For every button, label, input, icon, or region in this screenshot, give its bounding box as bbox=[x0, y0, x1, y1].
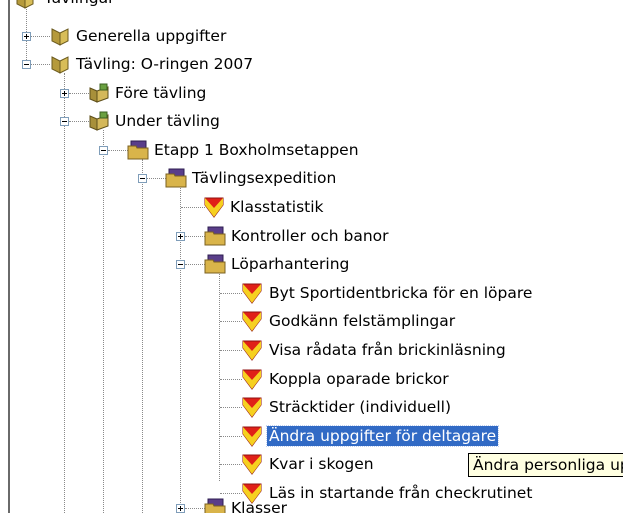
tree-line bbox=[185, 236, 205, 237]
folder-icon bbox=[204, 254, 226, 274]
collapse-toggle[interactable] bbox=[22, 60, 31, 69]
folder-icon bbox=[165, 168, 187, 188]
tree-line bbox=[146, 178, 166, 179]
shield-icon bbox=[242, 283, 262, 304]
tree-line bbox=[185, 264, 205, 265]
tooltip: Ändra personliga uppgifter bbox=[468, 453, 623, 477]
shield-icon bbox=[242, 397, 262, 418]
tree-line bbox=[30, 36, 50, 37]
tree-line bbox=[30, 64, 50, 65]
folder-icon bbox=[204, 498, 226, 513]
shield-icon bbox=[242, 340, 262, 361]
tree-line bbox=[220, 321, 242, 322]
tree-node-label[interactable]: Koppla oparade brickor bbox=[267, 369, 451, 389]
collapse-toggle[interactable] bbox=[176, 260, 185, 269]
shield-icon bbox=[242, 311, 262, 332]
tree-node-label[interactable]: Visa rådata från brickinläsning bbox=[267, 340, 508, 360]
tree-line bbox=[220, 350, 242, 351]
tree-node-label[interactable]: Godkänn felstämplingar bbox=[267, 311, 457, 331]
folder-icon bbox=[127, 140, 149, 160]
expand-toggle[interactable] bbox=[176, 504, 185, 513]
tree-line bbox=[220, 464, 242, 465]
tree-node-label-selected[interactable]: Ändra uppgifter för deltagare bbox=[265, 425, 500, 447]
tree-node-label[interactable]: Kvar i skogen bbox=[267, 454, 376, 474]
tree-node-label[interactable]: Klasstatistik bbox=[228, 197, 326, 217]
pane-border bbox=[8, 0, 10, 513]
tree-node-label[interactable]: Kontroller och banor bbox=[229, 226, 391, 246]
tree-node-label[interactable]: Under tävling bbox=[113, 111, 222, 131]
collapse-toggle[interactable] bbox=[60, 117, 69, 126]
tree-view[interactable]: Tävlingar Generella uppgifter Tävling: O… bbox=[0, 0, 623, 513]
tree-line bbox=[220, 493, 242, 494]
books-icon bbox=[89, 111, 109, 131]
expand-toggle[interactable] bbox=[60, 89, 69, 98]
tree-line bbox=[69, 93, 89, 94]
tree-line bbox=[103, 130, 104, 513]
tree-node-label[interactable]: Före tävling bbox=[113, 83, 208, 103]
tree-node-label[interactable]: Etapp 1 Boxholmsetappen bbox=[152, 140, 361, 160]
tree-line bbox=[181, 207, 205, 208]
tree-line bbox=[185, 508, 205, 509]
tree-line bbox=[69, 121, 89, 122]
collapse-toggle[interactable] bbox=[138, 174, 147, 183]
tree-node-label[interactable]: Klasser bbox=[229, 498, 289, 513]
tree-line bbox=[142, 159, 143, 513]
tree-node-label: Tävlingar bbox=[42, 0, 116, 8]
shield-icon bbox=[242, 369, 262, 390]
tree-node-label[interactable]: Tävlingsexpedition bbox=[190, 168, 338, 188]
tree-line bbox=[108, 150, 128, 151]
shield-icon bbox=[242, 426, 262, 447]
tree-line bbox=[219, 274, 220, 481]
expand-toggle[interactable] bbox=[176, 232, 185, 241]
tree-node-label[interactable]: Generella uppgifter bbox=[74, 26, 228, 46]
folder-icon bbox=[204, 226, 226, 246]
expand-toggle[interactable] bbox=[22, 32, 31, 41]
shield-icon bbox=[242, 454, 262, 475]
collapse-toggle[interactable] bbox=[99, 146, 108, 155]
tree-line bbox=[64, 73, 65, 513]
tree-node-label[interactable]: Byt Sportidentbricka för en löpare bbox=[267, 283, 534, 303]
tree-line bbox=[220, 293, 242, 294]
tree-node-label[interactable]: Löparhantering bbox=[229, 254, 351, 274]
book-icon bbox=[51, 28, 69, 46]
tree-node-label[interactable]: Tävling: O-ringen 2007 bbox=[74, 54, 255, 74]
shield-icon bbox=[204, 197, 224, 218]
tree-node-label[interactable]: Läs in startande från checkrutinet bbox=[267, 483, 534, 503]
tree-line bbox=[220, 436, 242, 437]
tree-node-label[interactable]: Sträcktider (individuell) bbox=[267, 397, 453, 417]
book-icon bbox=[51, 56, 69, 74]
tree-line bbox=[220, 407, 242, 408]
books-icon bbox=[89, 83, 109, 103]
book-icon bbox=[16, 0, 34, 9]
tree-line bbox=[220, 379, 242, 380]
